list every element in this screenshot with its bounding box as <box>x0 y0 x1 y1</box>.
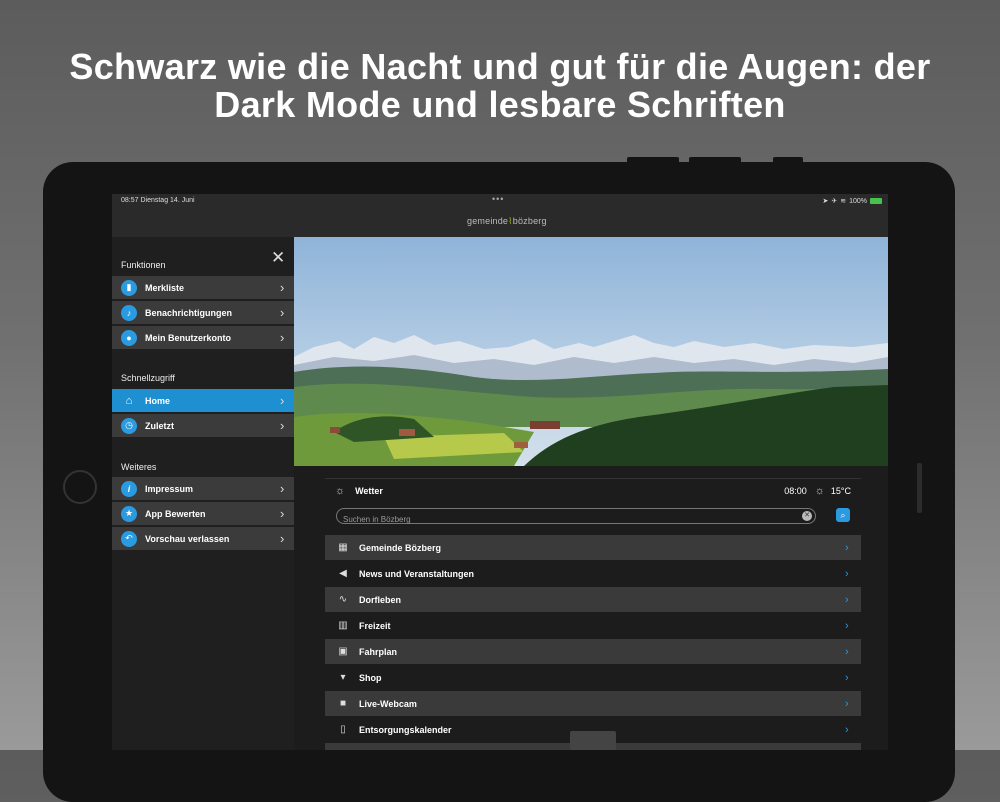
sidebar-menu: ✕ Funktionen ▮ Merkliste › ♪ Benachricht… <box>112 237 294 750</box>
nav-item-label: Shop <box>359 672 382 683</box>
promo-headline: Schwarz wie die Nacht und gut für die Au… <box>0 48 1000 124</box>
weather-widget[interactable]: ☼ Wetter 08:00 ☼ 15°C <box>325 478 861 503</box>
search-icon: ⌕ <box>840 510 846 520</box>
trash-icon: ▯ <box>340 724 346 735</box>
headline-line-2: Dark Mode und lesbare Schriften <box>214 84 786 125</box>
location-icon: ➤ <box>822 198 829 205</box>
chevron-right-icon: › <box>845 619 849 632</box>
status-icons: ➤ ✈ ≋ 100% <box>822 197 882 205</box>
logo-text: gemeinde <box>467 216 509 226</box>
chevron-right-icon: › <box>280 393 285 408</box>
sidebar-item-vorschau-verlassen[interactable]: ↶ Vorschau verlassen › <box>112 527 294 550</box>
building-icon: ▦ <box>338 542 348 553</box>
section-title-quick-access: Schnellzugriff <box>121 373 175 383</box>
close-icon[interactable]: ✕ <box>271 249 285 266</box>
chevron-right-icon: › <box>845 723 849 736</box>
sidebar-item-benutzerkonto[interactable]: ● Mein Benutzerkonto › <box>112 326 294 349</box>
sidebar-item-benachrichtigungen[interactable]: ♪ Benachrichtigungen › <box>112 301 294 324</box>
bus-icon: ▣ <box>338 646 348 657</box>
chevron-right-icon: › <box>280 280 285 295</box>
chevron-right-icon: › <box>845 541 849 554</box>
sidebar-item-label: Zuletzt <box>145 420 174 431</box>
star-icon: ★ <box>121 505 137 522</box>
nav-item-label: Freizeit <box>359 620 391 631</box>
nav-item-shop[interactable]: ▾ Shop › <box>325 665 861 690</box>
sidebar-item-label: Mein Benutzerkonto <box>145 332 232 343</box>
weather-temperature: 15°C <box>830 486 851 496</box>
chevron-right-icon: › <box>280 418 285 433</box>
chevron-right-icon: › <box>845 593 849 606</box>
home-icon: ⌂ <box>125 394 133 407</box>
megaphone-icon: ◀ <box>339 568 347 579</box>
video-camera-icon: ■ <box>339 698 347 709</box>
sidebar-item-label: Benachrichtigungen <box>145 307 233 318</box>
nav-item-live-webcam[interactable]: ■ Live-Webcam › <box>325 691 861 716</box>
chevron-right-icon: › <box>280 330 285 345</box>
sidebar-item-zuletzt[interactable]: ◷ Zuletzt › <box>112 414 294 437</box>
wifi-icon: ≋ <box>840 198 847 205</box>
sidebar-item-impressum[interactable]: i Impressum › <box>112 477 294 500</box>
nav-item-news[interactable]: ◀ News und Veranstaltungen › <box>325 561 861 586</box>
nav-item-freizeit[interactable]: ▥ Freizeit › <box>325 613 861 638</box>
nav-item-fahrplan[interactable]: ▣ Fahrplan › <box>325 639 861 664</box>
battery-icon <box>870 198 882 204</box>
bottom-tab-indicator[interactable] <box>570 731 616 750</box>
app-logo: gemeinde⌇bözberg <box>467 216 547 227</box>
chevron-right-icon: › <box>280 531 285 546</box>
side-sensor <box>917 463 922 513</box>
nav-item-label: News und Veranstaltungen <box>359 568 475 579</box>
sidebar-item-label: Merkliste <box>145 282 185 293</box>
nav-item-label: Dorfleben <box>359 594 402 605</box>
chevron-right-icon: › <box>280 305 285 320</box>
back-arrow-icon: ↶ <box>121 530 137 547</box>
section-title-more: Weiteres <box>121 462 157 472</box>
status-bar: 08:57 Dienstag 14. Juni ••• ➤ ✈ ≋ 100% g… <box>112 194 888 237</box>
nav-item-dorfleben[interactable]: ∿ Dorfleben › <box>325 587 861 612</box>
chevron-right-icon: › <box>845 567 849 580</box>
weather-label: Wetter <box>355 486 383 496</box>
multitask-dots[interactable]: ••• <box>492 194 504 204</box>
sidebar-item-label: Impressum <box>145 483 194 494</box>
nav-item-label: Gemeinde Bözberg <box>359 542 442 553</box>
clear-icon[interactable]: ✕ <box>802 511 812 521</box>
search-button[interactable]: ⌕ <box>836 508 850 522</box>
nav-item-label: Live-Webcam <box>359 698 417 709</box>
headline-line-1: Schwarz wie die Nacht und gut für die Au… <box>69 46 931 87</box>
sidebar-item-app-bewerten[interactable]: ★ App Bewerten › <box>112 502 294 525</box>
battery-percent: 100% <box>849 197 867 205</box>
bookmark-icon: ▮ <box>121 279 137 296</box>
clock-icon: ◷ <box>121 417 137 434</box>
home-hardware-button[interactable] <box>63 470 97 504</box>
sidebar-item-label: Vorschau verlassen <box>145 533 230 544</box>
search-input[interactable] <box>343 512 783 527</box>
bell-icon: ♪ <box>121 304 137 321</box>
chevron-right-icon: › <box>280 481 285 496</box>
sidebar-item-home[interactable]: ⌂ Home › <box>112 389 294 412</box>
search-field[interactable]: ✕ <box>336 508 816 527</box>
sun-icon: ☼ <box>814 485 825 497</box>
nav-item-gemeinde[interactable]: ▦ Gemeinde Bözberg › <box>325 535 861 560</box>
nav-item-label: Fahrplan <box>359 646 398 657</box>
pulse-icon: ∿ <box>338 594 348 605</box>
main-content: ☼ Wetter 08:00 ☼ 15°C ✕ ⌕ ▦ Gemeinde Böz… <box>294 466 888 750</box>
hero-landscape-image <box>294 237 888 466</box>
info-icon: i <box>121 480 137 497</box>
weather-time: 08:00 <box>784 486 807 496</box>
chevron-right-icon: › <box>280 506 285 521</box>
sun-icon: ☼ <box>335 485 346 497</box>
airplane-icon: ✈ <box>831 198 838 205</box>
app-screen: 08:57 Dienstag 14. Juni ••• ➤ ✈ ≋ 100% g… <box>112 194 888 750</box>
logo-text-2: bözberg <box>512 216 547 226</box>
user-icon: ● <box>121 329 137 346</box>
cart-icon: ▾ <box>340 672 346 683</box>
sidebar-item-label: App Bewerten <box>145 508 206 519</box>
section-title-functions: Funktionen <box>121 260 166 270</box>
sidebar-item-merkliste[interactable]: ▮ Merkliste › <box>112 276 294 299</box>
sidebar-item-label: Home <box>145 395 171 406</box>
chevron-right-icon: › <box>845 645 849 658</box>
status-time-date: 08:57 Dienstag 14. Juni <box>121 197 195 204</box>
map-icon: ▥ <box>338 620 348 631</box>
chevron-right-icon: › <box>845 671 849 684</box>
chevron-right-icon: › <box>845 697 849 710</box>
